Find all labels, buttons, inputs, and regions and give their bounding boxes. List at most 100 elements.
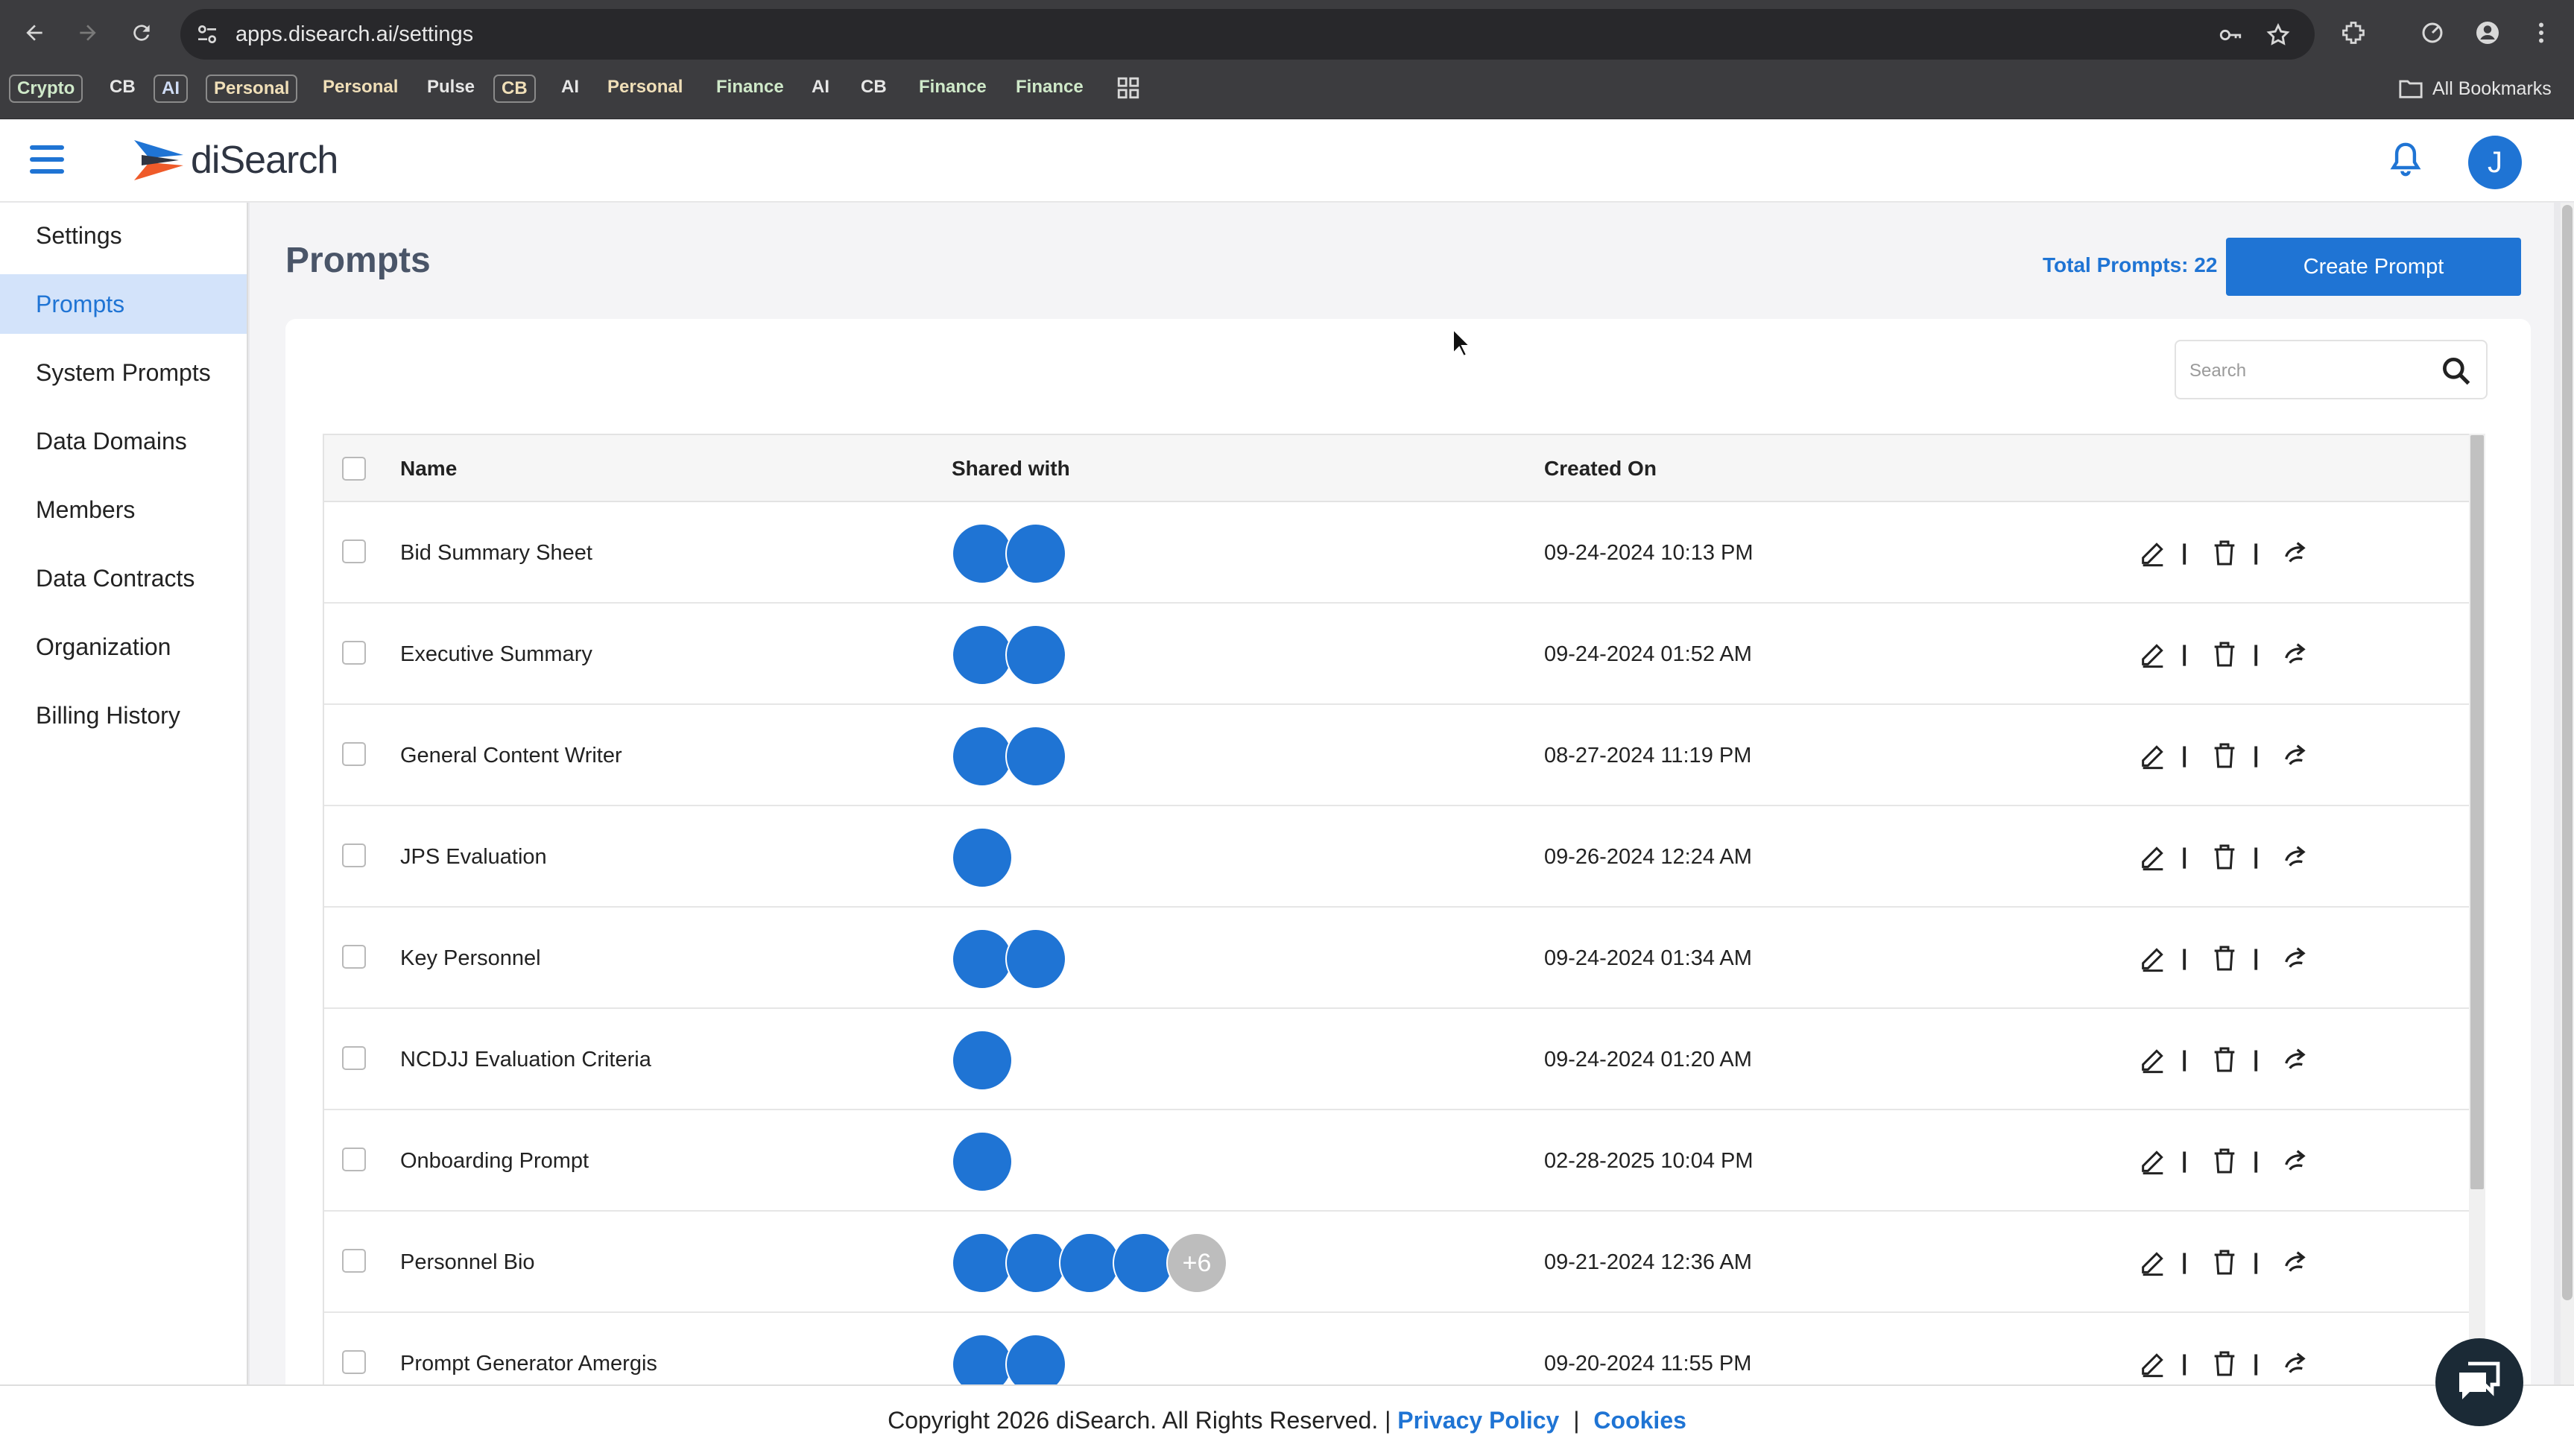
sidebar-item-system-prompts[interactable]: System Prompts [0, 343, 247, 402]
trash-icon[interactable] [2210, 538, 2239, 568]
bookmark-item[interactable]: AI [154, 75, 188, 103]
table-row[interactable]: Personnel Bio +6 09-21-2024 12:36 AM | | [324, 1212, 2469, 1313]
user-avatar[interactable]: J [2468, 136, 2522, 189]
table-row[interactable]: JPS Evaluation 09-26-2024 12:24 AM | | [324, 806, 2469, 908]
bookmark-item[interactable]: Crypto [9, 75, 83, 103]
table-row[interactable]: Onboarding Prompt 02-28-2025 10:04 PM | | [324, 1110, 2469, 1212]
address-bar[interactable]: apps.disearch.ai/settings [180, 9, 2315, 60]
bell-icon[interactable] [2389, 142, 2422, 177]
share-icon[interactable] [2281, 1146, 2311, 1176]
prompt-name[interactable]: JPS Evaluation [400, 806, 547, 908]
sidebar-item-data-domains[interactable]: Data Domains [0, 411, 247, 471]
extensions-icon[interactable] [2340, 19, 2367, 46]
shared-user-avatar[interactable] [952, 1131, 1013, 1192]
bookmark-item[interactable]: CB [493, 75, 536, 103]
column-header-shared-with[interactable]: Shared with [952, 435, 1070, 502]
trash-icon[interactable] [2210, 1146, 2239, 1176]
shared-user-avatar[interactable] [952, 726, 1013, 787]
row-checkbox[interactable] [342, 641, 366, 665]
site-settings-icon[interactable] [195, 22, 219, 46]
table-scrollbar-thumb[interactable] [2470, 435, 2484, 1189]
shared-user-avatar[interactable] [1005, 928, 1066, 990]
edit-icon[interactable] [2138, 1045, 2168, 1074]
bookmark-item[interactable]: CB [854, 75, 894, 103]
edit-icon[interactable] [2138, 943, 2168, 973]
bookmark-item[interactable]: Personal [316, 75, 405, 103]
search-input[interactable] [2189, 355, 2413, 387]
sidebar-item-organization[interactable]: Organization [0, 617, 247, 677]
privacy-policy-link[interactable]: Privacy Policy [1397, 1407, 1559, 1434]
row-checkbox[interactable] [342, 843, 366, 867]
trash-icon[interactable] [2210, 741, 2239, 770]
forward-arrow-icon[interactable] [72, 16, 104, 49]
row-checkbox[interactable] [342, 945, 366, 969]
edit-icon[interactable] [2138, 741, 2168, 770]
chat-support-button[interactable] [2435, 1338, 2523, 1426]
bookmark-item[interactable]: Personal [206, 75, 298, 103]
share-icon[interactable] [2281, 639, 2311, 669]
shared-user-avatar[interactable] [952, 827, 1013, 888]
hamburger-icon[interactable] [30, 145, 64, 177]
shared-user-avatar[interactable] [952, 1030, 1013, 1091]
bookmark-item[interactable]: AI [554, 75, 586, 103]
shared-user-avatar[interactable] [1113, 1232, 1174, 1294]
prompt-name[interactable]: General Content Writer [400, 705, 622, 806]
row-checkbox[interactable] [342, 1249, 366, 1273]
reload-icon[interactable] [125, 16, 158, 49]
cookies-link[interactable]: Cookies [1593, 1407, 1686, 1434]
prompt-name[interactable]: Onboarding Prompt [400, 1110, 589, 1212]
share-icon[interactable] [2281, 943, 2311, 973]
prompt-name[interactable]: Personnel Bio [400, 1212, 535, 1313]
sidebar-item-billing-history[interactable]: Billing History [0, 686, 247, 745]
sidebar-item-settings[interactable]: Settings [0, 206, 247, 265]
back-arrow-icon[interactable] [18, 16, 51, 49]
performance-icon[interactable] [2419, 19, 2446, 46]
table-row[interactable]: NCDJJ Evaluation Criteria 09-24-2024 01:2… [324, 1009, 2469, 1110]
column-header-name[interactable]: Name [400, 435, 457, 502]
trash-icon[interactable] [2210, 943, 2239, 973]
star-icon[interactable] [2265, 22, 2291, 48]
row-checkbox[interactable] [342, 742, 366, 766]
bookmark-item[interactable]: Pulse [420, 75, 481, 103]
share-icon[interactable] [2281, 1349, 2311, 1379]
column-header-created-on[interactable]: Created On [1544, 435, 1657, 502]
edit-icon[interactable] [2138, 1247, 2168, 1277]
shared-user-avatar[interactable] [952, 624, 1013, 686]
share-icon[interactable] [2281, 741, 2311, 770]
profile-icon[interactable] [2474, 19, 2501, 46]
bookmark-item[interactable]: AI [805, 75, 836, 103]
share-icon[interactable] [2281, 1247, 2311, 1277]
edit-icon[interactable] [2138, 1349, 2168, 1379]
table-row[interactable]: Key Personnel 09-24-2024 01:34 AM | | [324, 908, 2469, 1009]
trash-icon[interactable] [2210, 1045, 2239, 1074]
row-checkbox[interactable] [342, 539, 366, 563]
shared-user-avatar[interactable] [952, 928, 1013, 990]
sidebar-item-members[interactable]: Members [0, 480, 247, 539]
shared-user-avatar[interactable] [1005, 624, 1066, 686]
shared-user-avatar[interactable] [1005, 726, 1066, 787]
share-icon[interactable] [2281, 842, 2311, 872]
sidebar-item-prompts[interactable]: Prompts [0, 274, 247, 334]
bookmark-item[interactable]: Finance [1009, 75, 1090, 103]
share-icon[interactable] [2281, 538, 2311, 568]
edit-icon[interactable] [2138, 538, 2168, 568]
prompt-name[interactable]: Key Personnel [400, 908, 541, 1009]
edit-icon[interactable] [2138, 842, 2168, 872]
select-all-checkbox[interactable] [342, 457, 366, 481]
page-scrollbar-thumb[interactable] [2562, 205, 2573, 1300]
prompt-name[interactable]: NCDJJ Evaluation Criteria [400, 1009, 651, 1110]
bookmark-item[interactable]: Finance [709, 75, 791, 103]
apps-grid-icon[interactable] [1116, 75, 1141, 101]
bookmark-item[interactable]: CB [103, 75, 142, 103]
prompt-name[interactable]: Bid Summary Sheet [400, 502, 592, 604]
search-field[interactable] [2175, 340, 2488, 399]
row-checkbox[interactable] [342, 1148, 366, 1171]
table-row[interactable]: General Content Writer 08-27-2024 11:19 P… [324, 705, 2469, 806]
shared-user-avatar[interactable] [1005, 1232, 1066, 1294]
key-icon[interactable] [2218, 22, 2243, 48]
search-icon[interactable] [2440, 355, 2473, 387]
create-prompt-button[interactable]: Create Prompt [2226, 238, 2521, 296]
trash-icon[interactable] [2210, 1349, 2239, 1379]
row-checkbox[interactable] [342, 1350, 366, 1374]
edit-icon[interactable] [2138, 639, 2168, 669]
